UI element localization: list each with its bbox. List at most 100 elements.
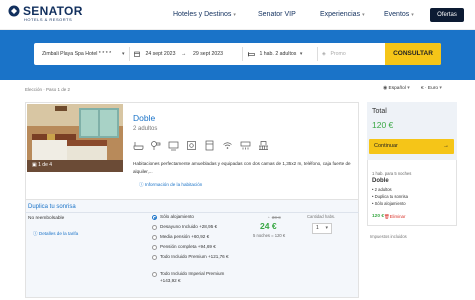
ac-icon	[240, 141, 251, 150]
chevron-down-icon: ▾	[439, 86, 442, 91]
logo-sub: HOTELS & RESORTS	[24, 17, 73, 22]
board-option-label: Todo Incluido Premium +121,76 €	[160, 254, 229, 259]
tag-icon: ◈	[322, 51, 326, 57]
nightly-price: 24 €	[260, 221, 277, 231]
checkout-field[interactable]: 29 sept 2023	[193, 43, 223, 65]
room-info-link[interactable]: ⓘ Información de la habitación	[139, 182, 202, 188]
board-option-label: Pensión completa +94,69 €	[160, 244, 216, 249]
summary-item-text: Duplica tu sonrisa	[374, 194, 408, 199]
globe-icon: ◉	[383, 86, 388, 91]
hotel-value: Zimbali Playa Spa Hotel * * * *	[42, 51, 112, 57]
remove-room-button[interactable]: 🗑Eliminar	[384, 214, 405, 220]
board-option-label: Todo Incluido Imperial Premium +143,92 €	[160, 271, 225, 283]
summary-nights: 1 hab. para 5 noches	[372, 171, 412, 176]
minibar-icon	[205, 140, 214, 151]
senator-logo[interactable]: SENATOR HOTELS & RESORTS	[8, 4, 108, 26]
search-bar: Zimbali Playa Spa Hotel * * * * ▾ 24 sep…	[34, 43, 441, 65]
summary-total-amount: 120 €	[372, 120, 394, 130]
currency-value: € · Euro	[421, 86, 439, 91]
board-radio-breakfast[interactable]	[152, 225, 157, 230]
summary-item-text: 2 adultos	[374, 187, 392, 192]
rate-plan-title: Duplica tu sonrisa	[28, 204, 76, 210]
photo-counter: ▣ 1 de 4	[32, 162, 52, 168]
language-select[interactable]: ◉ Español ▾	[383, 86, 410, 91]
tv-icon	[168, 141, 179, 151]
board-radio-full-board[interactable]	[152, 245, 157, 250]
nav-eventos[interactable]: Eventos ▾	[384, 11, 414, 18]
chevron-down-icon: ▾	[407, 86, 410, 91]
site-header: SENATOR HOTELS & RESORTS Hoteles y Desti…	[0, 0, 475, 30]
summary-item: • Duplica tu sonrisa	[372, 194, 408, 199]
calendar-icon	[134, 51, 140, 57]
currency-select[interactable]: € · Euro ▾	[421, 86, 442, 91]
board-option-label: Media pensión +60,92 €	[160, 234, 210, 239]
cancellation-policy: No reembolsable	[28, 216, 65, 221]
rate-details-link[interactable]: ⓘ Detalles de la tarifa	[33, 231, 78, 237]
nav-label: Hoteles y Destinos	[173, 11, 232, 18]
balcony-icon	[259, 141, 268, 150]
continue-button[interactable]: Continuar →	[369, 139, 454, 154]
room-description: Habitaciones perfectamente amuebladas y …	[133, 161, 351, 174]
board-option-label: Desayuno Incluido +28,95 €	[160, 224, 218, 229]
checkout-value: 29 sept 2023	[193, 51, 223, 57]
original-price: ◔ 30 €	[267, 215, 281, 220]
logo-icon	[8, 5, 20, 17]
checkin-field[interactable]: 24 sept 2023	[134, 43, 175, 65]
nav-hoteles[interactable]: Hoteles y Destinos ▾	[173, 11, 236, 18]
chevron-down-icon: ▾	[299, 51, 303, 57]
summary-room-name: Doble	[372, 178, 389, 184]
nav-label: Experiencias	[320, 11, 361, 18]
discount-icon: ◔	[267, 215, 270, 220]
board-option-label: Sólo alojamiento	[160, 214, 194, 219]
nav-senator-vip[interactable]: Senator VIP	[258, 11, 296, 18]
chevron-down-icon: ▾	[233, 12, 236, 18]
wifi-icon	[223, 142, 232, 149]
chevron-down-icon: ▾	[362, 12, 365, 18]
photo-counter-text: 1 de 4	[38, 162, 53, 168]
arrow-right-icon: →	[181, 51, 187, 57]
divider	[317, 47, 318, 61]
board-radio-half-board[interactable]	[152, 235, 157, 240]
divider	[129, 47, 130, 61]
divider	[25, 212, 359, 213]
camera-icon: ▣	[32, 162, 37, 168]
room-guests: 2 adultos	[133, 126, 158, 132]
search-button[interactable]: CONSULTAR	[385, 43, 441, 65]
summary-item: • Sólo alojamiento	[372, 201, 406, 206]
offers-button[interactable]: Ofertas	[430, 8, 464, 22]
bed-icon	[248, 51, 255, 57]
board-radio-all-inclusive-premium[interactable]	[152, 255, 157, 260]
quantity-value: 1	[316, 225, 319, 231]
room-photo[interactable]: ▣ 1 de 4	[27, 104, 123, 172]
hotel-select[interactable]: Zimbali Playa Spa Hotel * * * *	[42, 43, 122, 65]
nav-label: Eventos	[384, 11, 410, 18]
board-radio-room-only[interactable]	[152, 215, 157, 220]
room-quantity-select[interactable]: 1 ▾	[312, 223, 332, 234]
summary-total-label: Total	[372, 108, 387, 115]
nav-experiencias[interactable]: Experiencias ▾	[320, 11, 365, 18]
summary-line-price: 120 €	[372, 214, 385, 219]
chevron-down-icon: ▾	[325, 225, 328, 231]
nav-label: Senator VIP	[258, 11, 296, 18]
bathtub-icon	[133, 142, 144, 150]
info-icon: ⓘ	[33, 231, 38, 236]
summary-item-text: Sólo alojamiento	[374, 201, 406, 206]
promo-field[interactable]: ◈ Promo	[322, 43, 346, 65]
hairdryer-icon	[151, 141, 161, 150]
original-price-value: 30 €	[271, 215, 281, 220]
occupancy-select[interactable]: 1 hab. 2 adultos ▾	[248, 43, 302, 65]
checkin-value: 24 sept 2023	[145, 51, 176, 57]
promo-placeholder: Promo	[330, 51, 346, 57]
remove-label: Eliminar	[389, 214, 406, 219]
language-value: Español	[388, 86, 406, 91]
continue-label: Continuar	[374, 143, 398, 149]
step-breadcrumb: Elección · Paso 1 de 2	[25, 87, 71, 92]
room-title[interactable]: Doble	[133, 113, 155, 123]
stay-total: 5 noches = 120 €	[253, 233, 286, 238]
board-radio-all-inclusive-imperial[interactable]	[152, 272, 157, 277]
safe-icon	[187, 141, 196, 150]
room-info-text: Información de la habitación	[144, 182, 203, 187]
rate-details-text: Detalles de la tarifa	[38, 231, 79, 236]
info-icon: ⓘ	[139, 182, 144, 187]
occupancy-value: 1 hab. 2 adultos	[259, 51, 297, 57]
